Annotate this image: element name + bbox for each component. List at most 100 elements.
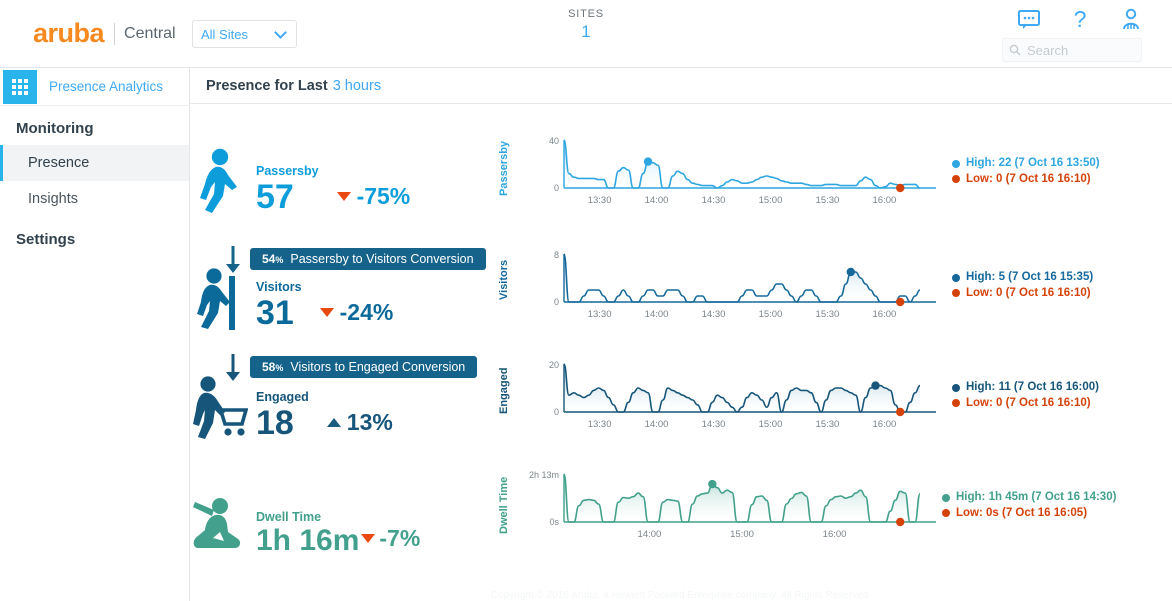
metric-dwell-time-label: Dwell Time — [256, 510, 322, 525]
metric-visitors: Visitors 31 -24% — [190, 264, 393, 330]
page-body: Presence Analytics Monitoring Presence I… — [0, 68, 1172, 601]
metric-visitors-delta-value: -24% — [339, 299, 394, 325]
low-dot-icon — [952, 175, 960, 184]
sidebar: Presence Analytics Monitoring Presence I… — [0, 68, 190, 601]
chart-dwell-time: Dwell Time 2h 13m 0s 14:00 15:00 16:00 High:… — [498, 464, 1116, 553]
svg-text:13:30: 13:30 — [588, 419, 612, 430]
legend-high: High: 5 (7 Oct 16 15:35) — [952, 270, 1093, 286]
high-dot-icon — [952, 159, 960, 168]
metric-passersby-value: 57 — [256, 178, 294, 216]
app-name[interactable]: Presence Analytics — [49, 79, 163, 94]
chart-engaged: Engaged 20 0 13:30 14:00 14:30 15:00 15:30 16:0… — [498, 354, 1099, 443]
chart-passersby-ylabel: Passersby — [498, 140, 510, 196]
chart-engaged-plot[interactable]: 20 0 13:30 14:00 14:30 15:00 15:30 16:00 — [512, 354, 942, 443]
person-entering-door-icon — [190, 264, 250, 330]
top-bar: aruba Central All Sites SITES 1 ? Search — [0, 0, 1172, 68]
help-icon[interactable]: ? — [1072, 6, 1088, 32]
presence-panel: Passersby 57 -75% 54% Passersby to Visit… — [190, 104, 1172, 601]
sites-summary: SITES 1 — [0, 8, 1172, 42]
metric-dwell-time-delta: -7% — [361, 525, 420, 556]
sidebar-item-insights[interactable]: Insights — [0, 181, 189, 217]
svg-text:8: 8 — [554, 250, 559, 260]
legend-low: Low: 0 (7 Oct 16 16:10) — [952, 286, 1093, 302]
legend-high: High: 22 (7 Oct 16 13:50) — [952, 156, 1100, 172]
svg-text:14:00: 14:00 — [645, 419, 669, 430]
metric-dwell-time-body: Dwell Time 1h 16m — [256, 510, 360, 557]
arrow-down-indicator-icon — [361, 534, 376, 543]
charts-column: Passersby 40 0 13:30 14:00 14:30 15:00 15:30 16… — [490, 116, 1172, 601]
legend-high: High: 1h 45m (7 Oct 16 14:30) — [942, 490, 1116, 506]
svg-text:16:00: 16:00 — [873, 419, 897, 430]
legend-low: Low: 0 (7 Oct 16 16:10) — [952, 396, 1099, 412]
metric-visitors-value: 31 — [256, 294, 294, 332]
grid-apps-icon[interactable] — [3, 69, 37, 104]
svg-text:15:30: 15:30 — [816, 419, 840, 430]
chart-dwell-time-plot[interactable]: 2h 13m 0s 14:00 15:00 16:00 — [512, 464, 942, 553]
svg-text:2h 13m: 2h 13m — [529, 470, 559, 480]
user-icon[interactable] — [1120, 8, 1142, 32]
metric-dwell-time: Dwell Time 1h 16m -7% — [190, 494, 420, 556]
arrow-down-indicator-icon — [319, 308, 334, 317]
sidebar-item-presence[interactable]: Presence — [0, 145, 189, 181]
svg-text:40: 40 — [549, 136, 559, 146]
metric-passersby-label: Passersby — [256, 164, 319, 179]
chart-passersby-legend: High: 22 (7 Oct 16 13:50) Low: 0 (7 Oct … — [952, 130, 1100, 187]
chart-passersby-plot[interactable]: 40 0 13:30 14:00 14:30 15:00 15:30 16:00 — [512, 130, 942, 219]
legend-low-text: Low: 0 (7 Oct 16 16:10) — [966, 286, 1091, 299]
footer-copyright: Copyright © 2016 Aruba, a Hewlett Packar… — [490, 590, 872, 601]
search-box[interactable]: Search — [1002, 38, 1142, 62]
metric-engaged-label: Engaged — [256, 390, 309, 405]
chart-visitors-ylabel: Visitors — [498, 259, 510, 301]
metric-visitors-delta: -24% — [319, 299, 394, 330]
chart-dwell-time-ylabel: Dwell Time — [498, 476, 510, 534]
arrow-down-indicator-icon — [336, 192, 351, 201]
high-dot-icon — [942, 493, 950, 502]
main-content: Presence for Last 3 hours Passersby 57 -… — [190, 68, 1172, 601]
sidebar-section-settings[interactable]: Settings — [0, 217, 189, 256]
svg-text:0: 0 — [554, 407, 559, 417]
metric-dwell-time-value: 1h 16m — [256, 524, 360, 557]
chart-passersby: Passersby 40 0 13:30 14:00 14:30 15:00 15:30 16… — [498, 130, 1100, 219]
legend-low-text: Low: 0 (7 Oct 16 16:10) — [966, 172, 1091, 185]
svg-text:14:30: 14:30 — [702, 419, 726, 430]
svg-text:15:30: 15:30 — [816, 195, 840, 206]
page-title-timerange[interactable]: 3 hours — [333, 78, 381, 94]
metric-engaged-value: 18 — [256, 404, 294, 442]
legend-low-text: Low: 0 (7 Oct 16 16:10) — [966, 396, 1091, 409]
chart-engaged-legend: High: 11 (7 Oct 16 16:00) Low: 0 (7 Oct … — [952, 354, 1099, 411]
svg-text:14:30: 14:30 — [702, 309, 726, 320]
svg-text:15:00: 15:00 — [730, 529, 754, 540]
person-sitting-icon — [190, 494, 250, 556]
search-placeholder: Search — [1027, 42, 1069, 58]
svg-text:13:30: 13:30 — [588, 195, 612, 206]
svg-text:16:00: 16:00 — [873, 195, 897, 206]
sidebar-section-monitoring: Monitoring — [16, 120, 94, 137]
svg-text:15:00: 15:00 — [759, 195, 783, 206]
header-icons: ? — [1018, 6, 1142, 32]
walking-person-icon — [190, 148, 250, 214]
page-title-text: Presence for Last — [206, 77, 328, 94]
metric-passersby-body: Passersby 57 — [256, 164, 319, 216]
svg-text:14:00: 14:00 — [645, 195, 669, 206]
svg-text:14:30: 14:30 — [702, 195, 726, 206]
metric-passersby: Passersby 57 -75% — [190, 148, 410, 214]
legend-low: Low: 0s (7 Oct 16 16:05) — [942, 506, 1116, 522]
chart-dwell-time-legend: High: 1h 45m (7 Oct 16 14:30) Low: 0s (7… — [942, 464, 1116, 521]
legend-high-text: High: 11 (7 Oct 16 16:00) — [966, 381, 1099, 393]
chart-visitors-plot[interactable]: 8 0 13:30 14:00 14:30 15:00 15:30 16:00 — [512, 244, 942, 333]
page-title: Presence for Last 3 hours — [190, 68, 1172, 104]
conversion-text-2: Visitors to Engaged Conversion — [290, 360, 466, 374]
legend-high-text: High: 1h 45m (7 Oct 16 14:30) — [956, 491, 1117, 503]
feedback-icon[interactable] — [1018, 10, 1040, 30]
legend-high-text: High: 22 (7 Oct 16 13:50) — [966, 157, 1100, 169]
sites-count[interactable]: 1 — [0, 22, 1172, 42]
svg-text:0: 0 — [554, 183, 559, 193]
svg-text:20: 20 — [549, 360, 559, 370]
chart-engaged-ylabel: Engaged — [498, 367, 510, 415]
legend-low: Low: 0 (7 Oct 16 16:10) — [952, 172, 1100, 188]
search-icon — [1009, 44, 1021, 56]
metric-engaged-body: Engaged 18 — [256, 390, 309, 442]
chart-visitors: Visitors 8 0 13:30 14:00 14:30 15:00 15:30 16:0… — [498, 244, 1093, 333]
legend-low-text: Low: 0s (7 Oct 16 16:05) — [956, 506, 1088, 519]
conversion-percent-2: 58% — [262, 360, 284, 374]
